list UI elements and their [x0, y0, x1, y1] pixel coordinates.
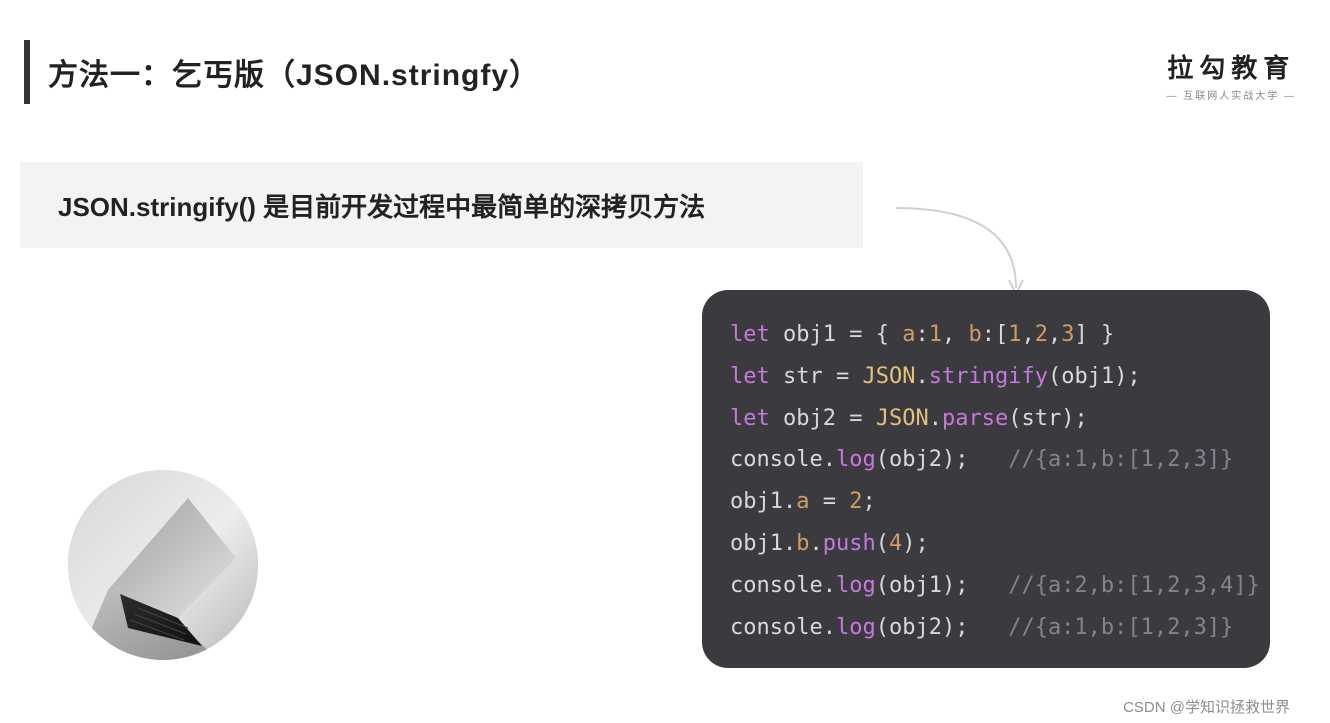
code-line-8: console.log(obj2); //{a:1,b:[1,2,3]} — [730, 607, 1242, 649]
description-text: JSON.stringify() 是目前开发过程中最简单的深拷贝方法 — [58, 187, 705, 224]
code-line-3: let obj2 = JSON.parse(str); — [730, 398, 1242, 440]
code-line-1: let obj1 = { a:1, b:[1,2,3] } — [730, 314, 1242, 356]
brand-logo-main: 拉勾教育 — [1166, 48, 1296, 85]
brand-logo: 拉勾教育 — 互联网人实战大学 — — [1166, 48, 1296, 102]
slide-title: 方法一：乞丐版（JSON.stringfy） — [48, 50, 540, 94]
brand-logo-sub: — 互联网人实战大学 — — [1166, 87, 1296, 102]
watermark-text: CSDN @学知识拯救世界 — [1123, 696, 1290, 717]
code-line-4: console.log(obj2); //{a:1,b:[1,2,3]} — [730, 439, 1242, 481]
description-banner: JSON.stringify() 是目前开发过程中最简单的深拷贝方法 — [20, 162, 863, 248]
slide-header: 方法一：乞丐版（JSON.stringfy） — [0, 0, 1330, 104]
laptop-image — [68, 470, 258, 660]
code-line-7: console.log(obj1); //{a:2,b:[1,2,3,4]} — [730, 565, 1242, 607]
code-line-2: let str = JSON.stringify(obj1); — [730, 356, 1242, 398]
code-line-6: obj1.b.push(4); — [730, 523, 1242, 565]
code-block: let obj1 = { a:1, b:[1,2,3] } let str = … — [702, 290, 1270, 668]
header-accent-bar — [24, 40, 30, 104]
code-line-5: obj1.a = 2; — [730, 481, 1242, 523]
